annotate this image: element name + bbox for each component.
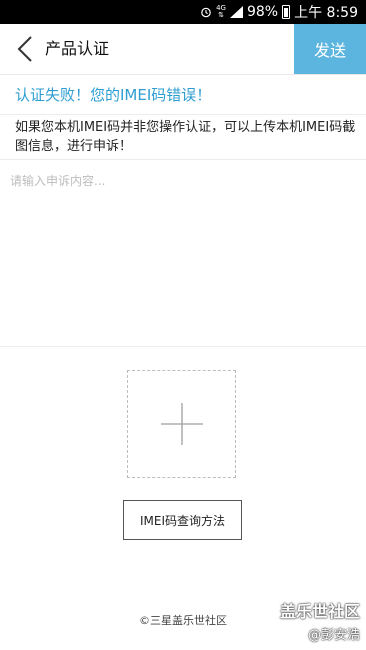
header-bar: 产品认证 发送 [0,24,366,75]
battery-icon [282,5,291,19]
divider [0,114,366,115]
back-chevron-icon [17,36,32,62]
watermark: 盖乐世社区 @彭安浩 [280,598,360,643]
imei-query-method-button[interactable]: IMEI码查询方法 [123,500,242,540]
clock: 上午 8:59 [294,5,358,21]
divider [0,346,366,347]
appeal-content-input[interactable] [0,160,366,346]
alarm-icon [200,6,212,18]
plus-icon [160,403,203,445]
back-button[interactable] [10,34,40,64]
send-button[interactable]: 发送 [294,24,366,74]
watermark-title: 盖乐世社区 [279,602,360,621]
status-bar-right: 4G ⇅ 98% 上午 8:59 [200,0,358,24]
description-text: 如果您本机IMEI码并非您操作认证，可以上传本机IMEI码截图信息，进行申诉！ [15,120,356,154]
error-message: 认证失败！您的IMEI码错误！ [15,86,212,104]
signal-icon [229,6,243,18]
watermark-user: @彭安浩 [307,628,360,643]
battery-percent: 98% [246,4,279,20]
data-arrows-icon: ⇅ [218,11,224,19]
lte-indicator: 4G ⇅ [216,5,226,19]
add-image-button[interactable] [127,370,236,478]
page-title: 产品认证 [45,39,110,58]
status-bar: 4G ⇅ 98% 上午 8:59 [0,0,366,24]
